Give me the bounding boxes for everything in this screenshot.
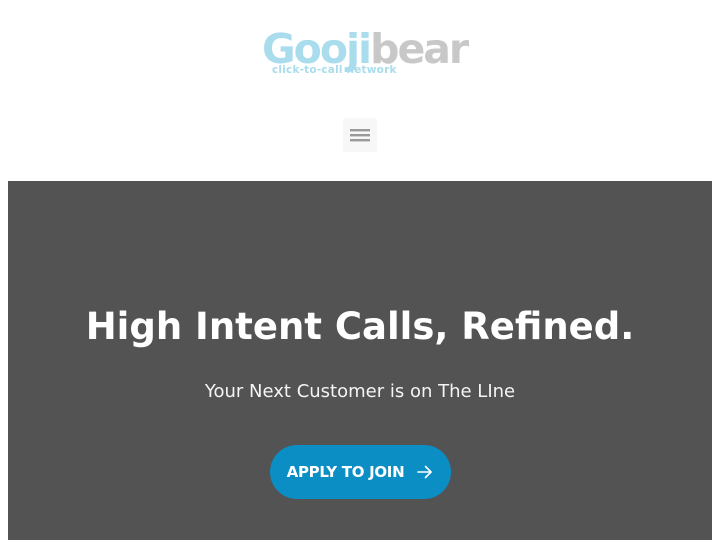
hero-title: High Intent Calls, Refined. [85, 305, 635, 348]
apply-to-join-button[interactable]: APPLY TO JOIN [270, 445, 451, 499]
site-header: Goojibear click-to-call network [0, 0, 720, 181]
hero-section: High Intent Calls, Refined. Your Next Cu… [8, 181, 712, 540]
apply-to-join-label: APPLY TO JOIN [286, 463, 405, 481]
hamburger-menu-icon [350, 129, 370, 142]
hero-subtitle: Your Next Customer is on The LIne [204, 381, 516, 402]
goojibear-logo[interactable]: Goojibear click-to-call network [262, 26, 469, 82]
logo-tagline: click-to-call network [272, 64, 397, 76]
menu-toggle-button[interactable] [343, 118, 377, 152]
arrow-right-icon [417, 465, 433, 479]
